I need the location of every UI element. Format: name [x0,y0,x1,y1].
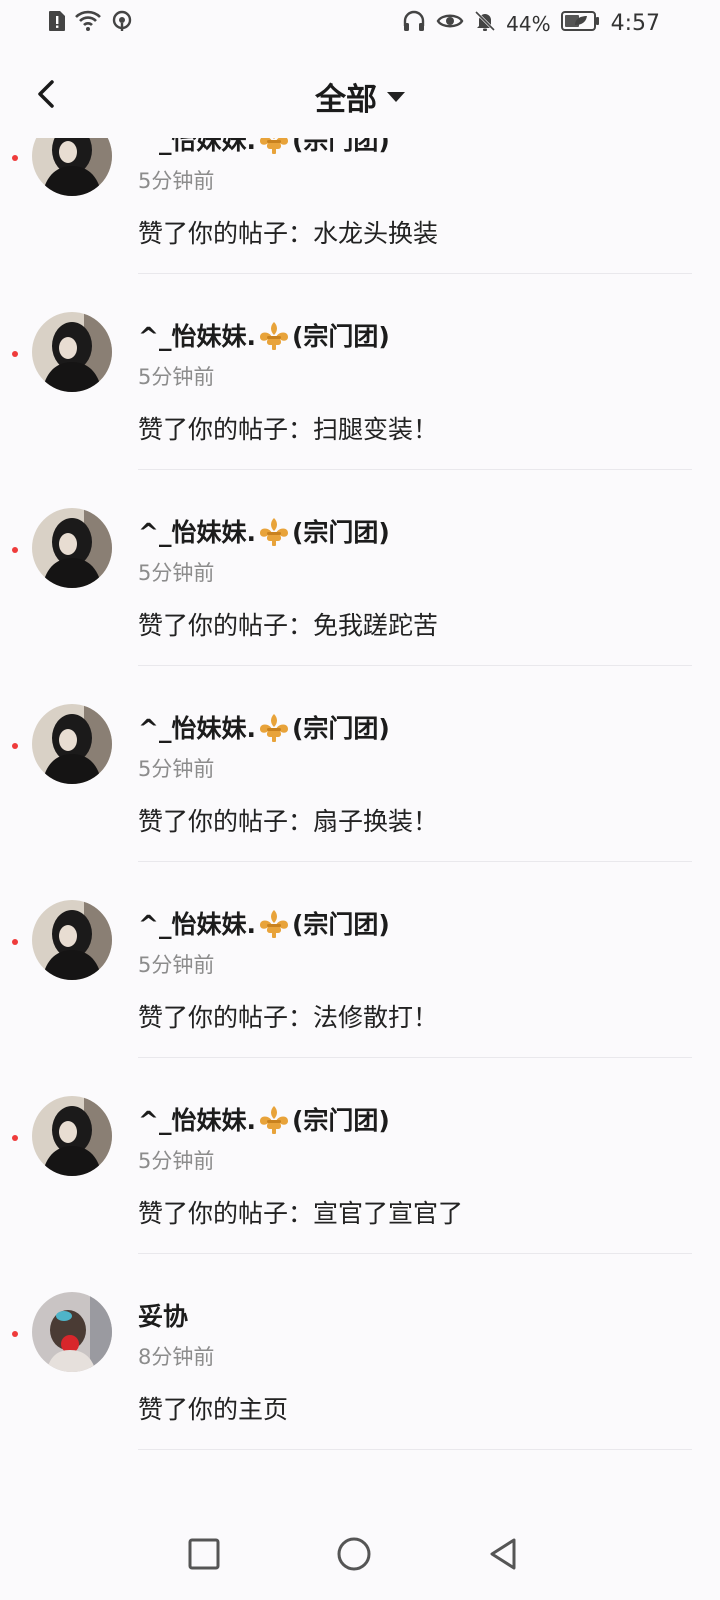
user-name-text: ^_怡妹妹. [138,518,256,547]
group-badge-text: (宗门团) [291,518,390,547]
filter-dropdown[interactable]: 全部 [0,74,720,119]
notification-item[interactable]: 妥协 8分钟前赞了你的主页 [0,1254,720,1450]
fleur-de-lis-icon [256,1106,292,1135]
hotspot-icon [110,10,134,36]
circle-icon [337,1537,371,1571]
fleur-de-lis-icon [256,138,292,155]
home-button[interactable] [334,1534,374,1574]
avatar[interactable] [32,138,112,196]
unread-dot [12,1331,18,1337]
unread-dot [12,743,18,749]
notification-item[interactable]: ^_怡妹妹. (宗门团) 5分钟前赞了你的帖子：扇子换装！ [0,666,720,862]
battery-icon [560,10,601,37]
group-badge-text: (宗门团) [291,322,390,351]
square-icon [188,1538,220,1570]
fleur-de-lis-icon [256,322,292,351]
notification-message[interactable]: 赞了你的主页 [138,1390,288,1426]
avatar[interactable] [32,312,112,392]
unread-dot [12,1135,18,1141]
avatar[interactable] [32,704,112,784]
avatar[interactable] [32,1096,112,1176]
fleur-de-lis-icon [256,910,292,939]
timestamp: 5分钟前 [138,1149,215,1173]
user-name-text: 妥协 [138,1302,189,1331]
unread-dot [12,547,18,553]
timestamp: 5分钟前 [138,169,215,193]
unread-dot [12,939,18,945]
page-title: 全部 [315,82,377,118]
notification-message[interactable]: 赞了你的帖子：扫腿变装！ [138,410,438,446]
fleur-de-lis-icon [256,518,292,547]
user-name-text: ^_怡妹妹. [138,714,256,743]
user-name[interactable]: ^_怡妹妹. (宗门团) [138,905,390,941]
group-badge-text: (宗门团) [291,714,390,743]
caret-down-icon [387,91,405,102]
notification-item[interactable]: ^_怡妹妹. (宗门团) 5分钟前赞了你的帖子：水龙头换装 [0,138,720,274]
user-name[interactable]: ^_怡妹妹. (宗门团) [138,317,390,353]
user-name[interactable]: ^_怡妹妹. (宗门团) [138,513,390,549]
user-name-text: ^_怡妹妹. [138,322,256,351]
unread-dot [12,351,18,357]
avatar[interactable] [32,508,112,588]
unread-dot [12,155,18,161]
battery-percent: 44% [506,11,551,36]
notification-message[interactable]: 赞了你的帖子：法修散打！ [138,998,438,1034]
notification-message[interactable]: 赞了你的帖子：水龙头换装 [138,214,438,250]
avatar[interactable] [32,1292,112,1372]
notification-list[interactable]: ^_怡妹妹. (宗门团) 5分钟前 赞了你的帖子：水龙头换装 ^_怡妹妹. (宗门团) 5分… [0,138,720,1468]
notification-item[interactable]: ^_怡妹妹. (宗门团) 5分钟前赞了你的帖子：法修散打！ [0,862,720,1058]
group-badge-text: (宗门团) [291,138,390,155]
user-name[interactable]: 妥协 [138,1297,188,1333]
triangle-back-icon [490,1538,516,1570]
notification-message[interactable]: 赞了你的帖子：扇子换装！ [138,802,438,838]
avatar[interactable] [32,900,112,980]
timestamp: 8分钟前 [138,1345,215,1369]
status-left-icons [48,10,134,36]
status-bar: 44% 4:57 [0,0,720,48]
bell-off-icon [474,10,496,37]
group-badge-text: (宗门团) [291,910,390,939]
notification-item[interactable]: ^_怡妹妹. (宗门团) 5分钟前赞了你的帖子：宣官了宣官了 [0,1058,720,1254]
timestamp: 5分钟前 [138,953,215,977]
user-name[interactable]: ^_怡妹妹. (宗门团) [138,1101,390,1137]
user-name[interactable]: ^_怡妹妹. (宗门团) [138,709,390,745]
notification-message[interactable]: 赞了你的帖子：免我蹉跎苦 [138,606,438,642]
navigation-bar [0,1510,720,1600]
user-name[interactable]: ^_怡妹妹. (宗门团) [138,138,390,157]
notification-item[interactable]: ^_怡妹妹. (宗门团) 5分钟前赞了你的帖子：扫腿变装！ [0,274,720,470]
sim-alert-icon [48,10,66,36]
user-name-text: ^_怡妹妹. [138,1106,256,1135]
headphones-icon [402,10,426,37]
notification-item[interactable]: ^_怡妹妹. (宗门团) 5分钟前赞了你的帖子：免我蹉跎苦 [0,470,720,666]
divider [138,1449,692,1450]
eye-icon [436,10,464,37]
user-name-text: ^_怡妹妹. [138,138,256,155]
recent-apps-button[interactable] [184,1534,224,1574]
fleur-de-lis-icon [256,714,292,743]
status-right-icons: 44% 4:57 [402,10,660,37]
clock: 4:57 [610,11,660,36]
user-name-text: ^_怡妹妹. [138,910,256,939]
timestamp: 5分钟前 [138,561,215,585]
header: 全部 [0,60,720,136]
timestamp: 5分钟前 [138,757,215,781]
notification-message[interactable]: 赞了你的帖子：宣官了宣官了 [138,1194,463,1230]
timestamp: 5分钟前 [138,365,215,389]
system-back-button[interactable] [484,1534,524,1574]
group-badge-text: (宗门团) [291,1106,390,1135]
wifi-icon [74,10,102,36]
